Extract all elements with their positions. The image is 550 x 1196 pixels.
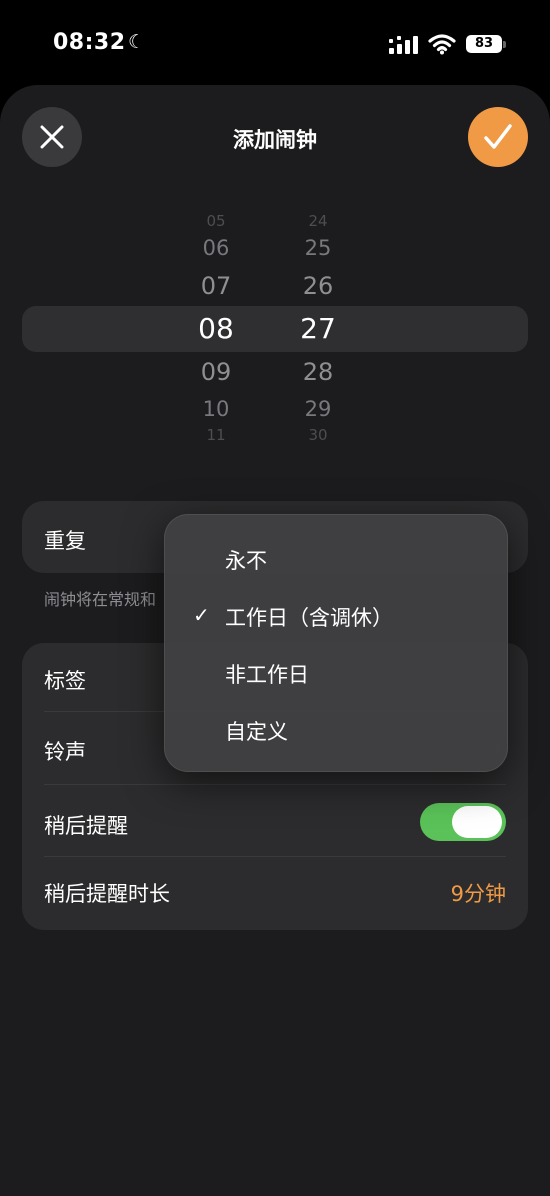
hour-option[interactable]: 09 [186,358,246,386]
repeat-label: 重复 [44,529,86,553]
focus-moon-icon: ☾ [128,31,146,53]
label-row[interactable]: 标签 [44,665,86,695]
minute-option[interactable]: 29 [288,397,348,421]
hour-selected[interactable]: 08 [186,312,246,345]
menu-item-workdays[interactable]: 工作日（含调休） [225,602,393,632]
toggle-knob [452,806,502,838]
minute-option[interactable]: 25 [288,236,348,260]
battery-cap [503,41,506,48]
minute-option[interactable]: 28 [288,358,348,386]
menu-item-custom[interactable]: 自定义 [225,716,288,746]
divider [44,784,506,785]
wifi-icon [428,34,456,55]
snooze-toggle[interactable] [420,803,506,841]
status-time: 08:32 [53,30,126,55]
checkmark-icon [484,124,512,149]
hour-option[interactable]: 06 [186,236,246,260]
snooze-row: 稍后提醒 [44,814,128,838]
repeat-footnote: 闹钟将在常规和 [44,590,157,609]
divider [44,856,506,857]
minute-option[interactable]: 24 [288,212,348,230]
repeat-options-menu: 永不 ✓ 工作日（含调休） 非工作日 自定义 [164,514,508,772]
hour-option[interactable]: 07 [186,272,246,300]
hour-option[interactable]: 10 [186,397,246,421]
minute-selected[interactable]: 27 [288,312,348,345]
minute-option[interactable]: 26 [288,272,348,300]
menu-item-never[interactable]: 永不 [225,545,267,575]
menu-item-non-workdays[interactable]: 非工作日 [225,659,309,689]
hour-option[interactable]: 05 [186,212,246,230]
confirm-button[interactable] [468,107,528,167]
snooze-duration-value[interactable]: 9分钟 [451,878,506,908]
checkmark-icon: ✓ [193,603,210,627]
hour-option[interactable]: 11 [186,426,246,444]
cellular-signal-icon [389,36,418,54]
snooze-duration-row[interactable]: 稍后提醒时长 [44,878,170,908]
ringtone-row[interactable]: 铃声 [44,736,86,766]
status-bar: 08:32 ☾ 83 [0,0,550,90]
battery-icon: 83 [466,35,502,53]
minute-option[interactable]: 30 [288,426,348,444]
picker-selection-highlight [22,306,528,352]
